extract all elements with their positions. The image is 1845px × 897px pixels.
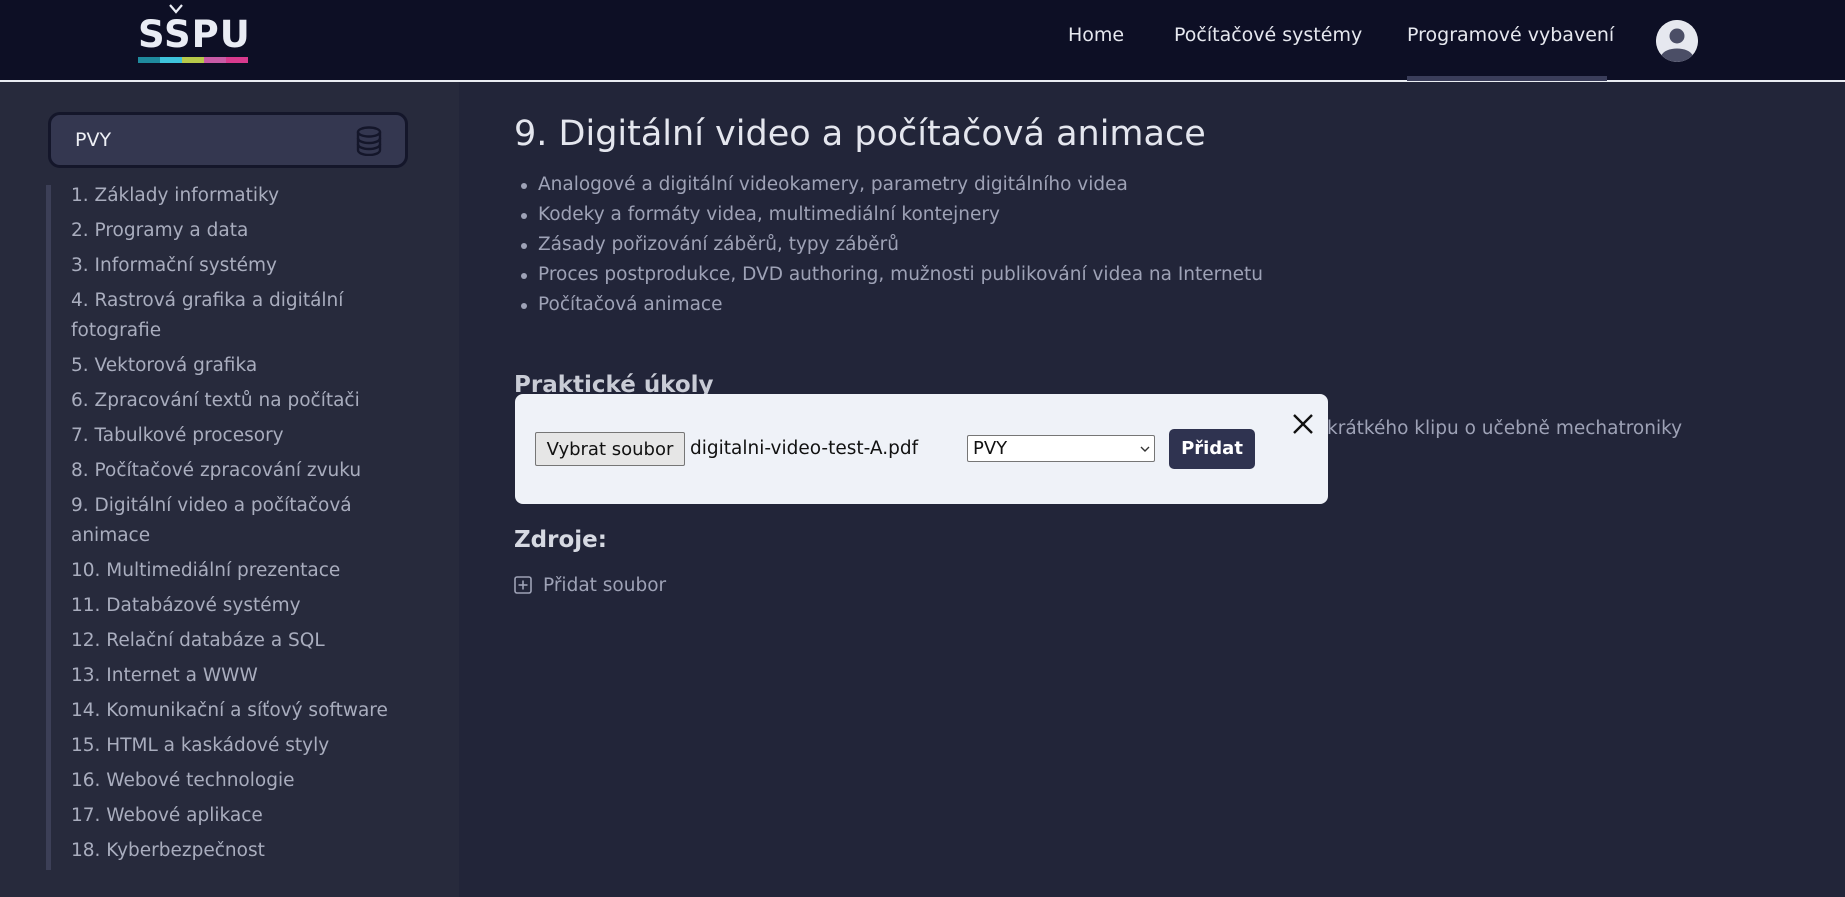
plus-square-icon	[514, 576, 532, 594]
sidebar-item-vektorova-grafika[interactable]: 5. Vektorová grafika	[71, 351, 391, 381]
close-icon[interactable]	[1291, 412, 1315, 436]
school-logo[interactable]: SSPU	[138, 4, 250, 66]
choose-file-button[interactable]: Vybrat soubor	[535, 432, 685, 466]
sidebar: PVY 1. Základy informatiky 2. Programy a…	[0, 82, 459, 897]
sidebar-item-html-a-css[interactable]: 15. HTML a kaskádové styly	[71, 731, 391, 761]
sidebar-item-programy-a-data[interactable]: 2. Programy a data	[71, 216, 391, 246]
logo-color-bars	[138, 57, 248, 63]
topic-item: Analogové a digitální videokamery, param…	[514, 170, 1263, 200]
active-nav-indicator	[1407, 76, 1607, 81]
topic-item: Kodeky a formáty videa, multimediální ko…	[514, 200, 1263, 230]
sidebar-item-tabulkove-procesory[interactable]: 7. Tabulkové procesory	[71, 421, 391, 451]
subject-selector-label: PVY	[75, 129, 112, 151]
logo-bar	[226, 57, 248, 63]
sidebar-item-relacni-databaze[interactable]: 12. Relační databáze a SQL	[71, 626, 391, 656]
topic-item: Zásady pořizování záběrů, typy záběrů	[514, 230, 1263, 260]
sidebar-item-komunikacni-software[interactable]: 14. Komunikační a síťový software	[71, 696, 391, 726]
selected-file-name: digitalni-video-test-A.pdf	[690, 438, 919, 459]
sidebar-item-digitalni-video[interactable]: 9. Digitální video a počítačová animace	[71, 491, 391, 551]
sidebar-item-kyberbezpecnost[interactable]: 18. Kyberbezpečnost	[71, 836, 391, 866]
sidebar-item-webove-aplikace[interactable]: 17. Webové aplikace	[71, 801, 391, 831]
task-text-visible: krátkého klipu o učebně mechatroniky	[1327, 418, 1683, 439]
sidebar-item-zaklady-informatiky[interactable]: 1. Základy informatiky	[71, 181, 391, 211]
sidebar-rail	[46, 185, 51, 870]
logo-bar	[160, 57, 182, 63]
sidebar-item-webove-technologie[interactable]: 16. Webové technologie	[71, 766, 391, 796]
nav-home[interactable]: Home	[1068, 24, 1124, 52]
category-select-value: PVY	[973, 438, 1008, 459]
nav-programove-vybaveni[interactable]: Programové vybavení	[1407, 24, 1614, 52]
sidebar-item-zpracovani-zvuku[interactable]: 8. Počítačové zpracování zvuku	[71, 456, 391, 486]
nav-pocitacove-systemy[interactable]: Počítačové systémy	[1174, 24, 1362, 52]
sidebar-item-rastrova-grafika[interactable]: 4. Rastrová grafika a digitální fotograf…	[71, 286, 391, 346]
top-navigation-bar: SSPU Home Počítačové systémy Programové …	[0, 0, 1845, 82]
sidebar-item-informacni-systemy[interactable]: 3. Informační systémy	[71, 251, 391, 281]
chevron-down-icon	[1140, 446, 1150, 452]
sidebar-item-databazove-systemy[interactable]: 11. Databázové systémy	[71, 591, 391, 621]
logo-bar	[182, 57, 204, 63]
logo-text: SSPU	[138, 13, 251, 56]
add-file-label: Přidat soubor	[543, 574, 667, 596]
topic-list: Analogové a digitální videokamery, param…	[514, 170, 1263, 320]
sidebar-item-zpracovani-textu[interactable]: 6. Zpracování textů na počítači	[71, 386, 391, 416]
logo-bar	[138, 57, 160, 63]
chapter-list: 1. Základy informatiky 2. Programy a dat…	[71, 181, 391, 871]
subject-selector[interactable]: PVY	[48, 112, 408, 168]
add-file-link[interactable]: Přidat soubor	[514, 570, 666, 600]
page-title: 9. Digitální video a počítačová animace	[514, 114, 1206, 154]
database-icon	[356, 126, 382, 156]
category-select[interactable]: PVY	[967, 435, 1155, 462]
add-file-submit-button[interactable]: Přidat	[1169, 429, 1255, 469]
topic-item: Proces postprodukce, DVD authoring, mužn…	[514, 260, 1263, 290]
sidebar-item-internet-a-www[interactable]: 13. Internet a WWW	[71, 661, 391, 691]
sources-heading: Zdroje:	[514, 527, 607, 553]
user-icon	[1656, 20, 1698, 62]
logo-bar	[204, 57, 226, 63]
sidebar-item-multimedialni-prezentace[interactable]: 10. Multimediální prezentace	[71, 556, 391, 586]
upload-file-modal: Vybrat soubor digitalni-video-test-A.pdf…	[515, 394, 1328, 504]
user-avatar[interactable]	[1656, 20, 1698, 62]
topic-item: Počítačová animace	[514, 290, 1263, 320]
